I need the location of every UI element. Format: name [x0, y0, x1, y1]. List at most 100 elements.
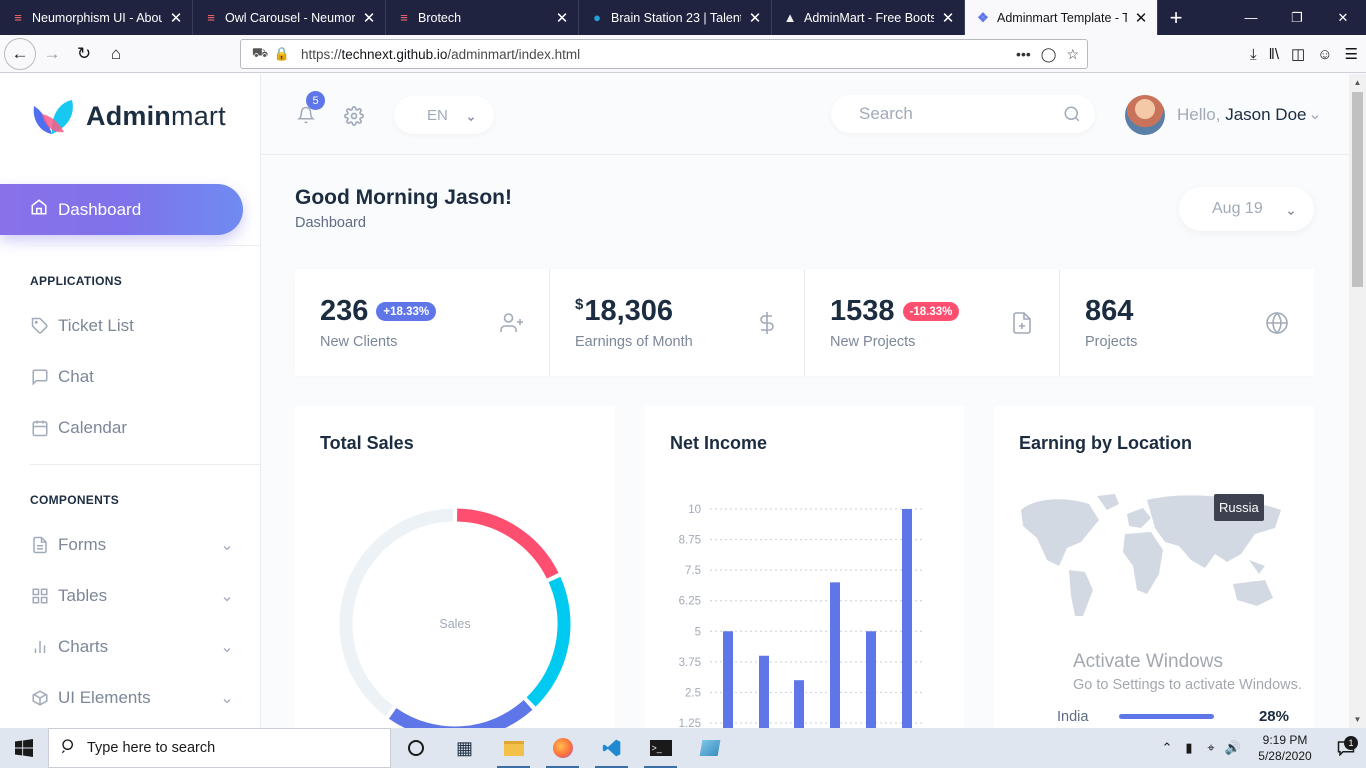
- terminal-icon[interactable]: >_: [636, 728, 685, 768]
- sidebar-toggle-icon[interactable]: ◫: [1291, 45, 1305, 63]
- breadcrumb[interactable]: Dashboard: [295, 215, 366, 231]
- forward-button[interactable]: →: [36, 38, 68, 70]
- close-tab-icon[interactable]: ✕: [940, 9, 956, 27]
- app-logo[interactable]: Adminmart: [30, 96, 226, 136]
- browser-tab[interactable]: ❖ Adminmart Template - Th ✕: [965, 0, 1158, 35]
- sidebar-item-label: UI Elements: [58, 688, 151, 707]
- stat-new-projects: 1538 -18.33% New Projects: [805, 269, 1060, 376]
- back-button[interactable]: ←: [4, 37, 36, 70]
- taskbar-search-box[interactable]: Type here to search: [48, 728, 391, 768]
- task-view-icon[interactable]: ▦: [440, 728, 489, 768]
- language-select[interactable]: EN: [394, 96, 494, 134]
- library-icon[interactable]: ‖\: [1269, 46, 1279, 63]
- tag-icon: [30, 316, 50, 336]
- url-text[interactable]: https://technext.github.io/adminmart/ind…: [301, 47, 1016, 62]
- stat-value: 1538: [830, 295, 895, 327]
- bar-chart-icon: [30, 637, 50, 657]
- sidebar-item-tables[interactable]: Tables: [30, 581, 233, 611]
- adminmart-dark-icon: ▲: [783, 10, 797, 25]
- chevron-down-icon[interactable]: [1309, 110, 1321, 128]
- tab-title: Neumorphism UI - About: [32, 10, 162, 25]
- close-tab-icon[interactable]: ✕: [747, 9, 763, 27]
- donut-slice: [456, 508, 559, 579]
- stat-new-clients: 236 +18.33% New Clients: [295, 269, 550, 376]
- address-bar[interactable]: ⛟ 🔒 https://technext.github.io/adminmart…: [240, 39, 1088, 69]
- date-select[interactable]: Aug 19: [1179, 187, 1314, 231]
- sidebar-item-calendar[interactable]: Calendar: [30, 413, 233, 443]
- home-button[interactable]: ⌂: [100, 38, 132, 70]
- battery-icon[interactable]: ▮: [1178, 740, 1200, 756]
- sidebar-item-label: Tables: [58, 586, 108, 605]
- page-scrollbar[interactable]: ▲ ▼: [1349, 74, 1366, 728]
- vscode-icon[interactable]: [587, 728, 636, 768]
- sidebar-item-ui-elements[interactable]: UI Elements: [30, 683, 233, 713]
- search-input[interactable]: [831, 104, 1051, 124]
- browser-tab[interactable]: ▲ AdminMart - Free Bootst ✕: [772, 0, 965, 35]
- app-icon[interactable]: [685, 728, 734, 768]
- bookmark-star-icon[interactable]: ☆: [1066, 46, 1079, 63]
- file-explorer-icon[interactable]: [489, 728, 538, 768]
- notification-badge: 5: [306, 91, 325, 110]
- stat-badge: -18.33%: [902, 302, 960, 321]
- account-icon[interactable]: ☺: [1317, 46, 1332, 63]
- gear-icon[interactable]: [344, 106, 364, 131]
- stat-value: 864: [1085, 295, 1134, 327]
- adminmart-logo-icon: ❖: [977, 9, 989, 25]
- browser-toolbar: ← → ↻ ⌂ ⛟ 🔒 https://technext.github.io/a…: [0, 35, 1366, 73]
- tab-list: ≡ Neumorphism UI - About ✕ ≡ Owl Carousel - …: [0, 0, 1158, 35]
- date-value: Aug 19: [1212, 200, 1263, 217]
- clock-time: 9:19 PM: [1262, 733, 1308, 747]
- avatar[interactable]: [1125, 95, 1165, 135]
- stat-badge: +18.33%: [376, 302, 437, 321]
- volume-icon[interactable]: 🔊: [1222, 740, 1244, 756]
- lock-icon[interactable]: 🔒: [271, 46, 293, 62]
- system-clock[interactable]: 9:19 PM 5/28/2020: [1252, 732, 1318, 764]
- tab-title: Brotech: [418, 10, 462, 25]
- windows-taskbar: Type here to search ▦ >_ ⌃ ▮ ⌖ 🔊 9:19 PM…: [0, 728, 1366, 768]
- browser-tab[interactable]: ● Brain Station 23 | Talent ✕: [579, 0, 772, 35]
- scroll-up-arrow-icon[interactable]: ▲: [1349, 74, 1366, 91]
- reload-button[interactable]: ↻: [68, 38, 100, 70]
- search-icon: [61, 738, 77, 758]
- tab-title: AdminMart - Free Bootst: [804, 10, 934, 25]
- menu-icon[interactable]: ☰: [1345, 45, 1358, 63]
- total-sales-card: Total Sales Sales: [295, 406, 615, 728]
- browser-tab[interactable]: ≡ Neumorphism UI - About ✕: [0, 0, 193, 35]
- scrollbar-thumb[interactable]: [1352, 92, 1363, 287]
- downloads-icon[interactable]: ⤓: [1250, 46, 1257, 63]
- sidebar-item-charts[interactable]: Charts: [30, 632, 233, 662]
- location-row: India 28%: [1057, 708, 1289, 725]
- windows-start-icon[interactable]: [0, 728, 48, 768]
- scroll-down-arrow-icon[interactable]: ▼: [1349, 711, 1366, 728]
- sidebar-item-dashboard[interactable]: Dashboard: [0, 184, 243, 235]
- close-tab-icon[interactable]: ✕: [361, 9, 377, 27]
- firefox-icon[interactable]: [538, 728, 587, 768]
- sidebar-item-ticket-list[interactable]: Ticket List: [30, 311, 233, 341]
- close-window-button[interactable]: ✕: [1320, 0, 1366, 35]
- logo-mark-icon: [30, 96, 76, 136]
- sidebar-item-label: Chat: [58, 367, 94, 386]
- pocket-icon[interactable]: ◯: [1041, 46, 1057, 63]
- taskbar-search-placeholder: Type here to search: [87, 740, 216, 756]
- search-icon[interactable]: [1063, 105, 1081, 128]
- restore-button[interactable]: ❐: [1274, 0, 1320, 35]
- action-center-icon[interactable]: 1: [1326, 736, 1366, 756]
- browser-tab[interactable]: ≡ Brotech ✕: [386, 0, 579, 35]
- new-tab-button[interactable]: +: [1158, 0, 1194, 35]
- browser-tab[interactable]: ≡ Owl Carousel - Neumorp ✕: [193, 0, 386, 35]
- close-tab-icon[interactable]: ✕: [1133, 9, 1149, 27]
- close-tab-icon[interactable]: ✕: [554, 9, 570, 27]
- chevron-up-icon[interactable]: ⌃: [1156, 740, 1178, 756]
- shield-icon[interactable]: ⛟: [249, 45, 271, 63]
- wifi-icon[interactable]: ⌖: [1200, 740, 1222, 756]
- y-tick-label: 10: [688, 504, 701, 516]
- page-actions-icon[interactable]: •••: [1016, 46, 1031, 63]
- minimize-button[interactable]: —: [1228, 0, 1274, 35]
- sidebar-item-chat[interactable]: Chat: [30, 362, 233, 392]
- net-income-bar-chart: 1.25 2.5 3.75 5 6.25 7.5 8.75 10: [679, 504, 925, 728]
- user-greeting[interactable]: Hello, Jason Doe: [1177, 105, 1306, 125]
- logo-text: Adminmart: [86, 100, 226, 131]
- cortana-icon[interactable]: [391, 728, 440, 768]
- close-tab-icon[interactable]: ✕: [168, 9, 184, 27]
- sidebar-item-forms[interactable]: Forms: [30, 530, 233, 560]
